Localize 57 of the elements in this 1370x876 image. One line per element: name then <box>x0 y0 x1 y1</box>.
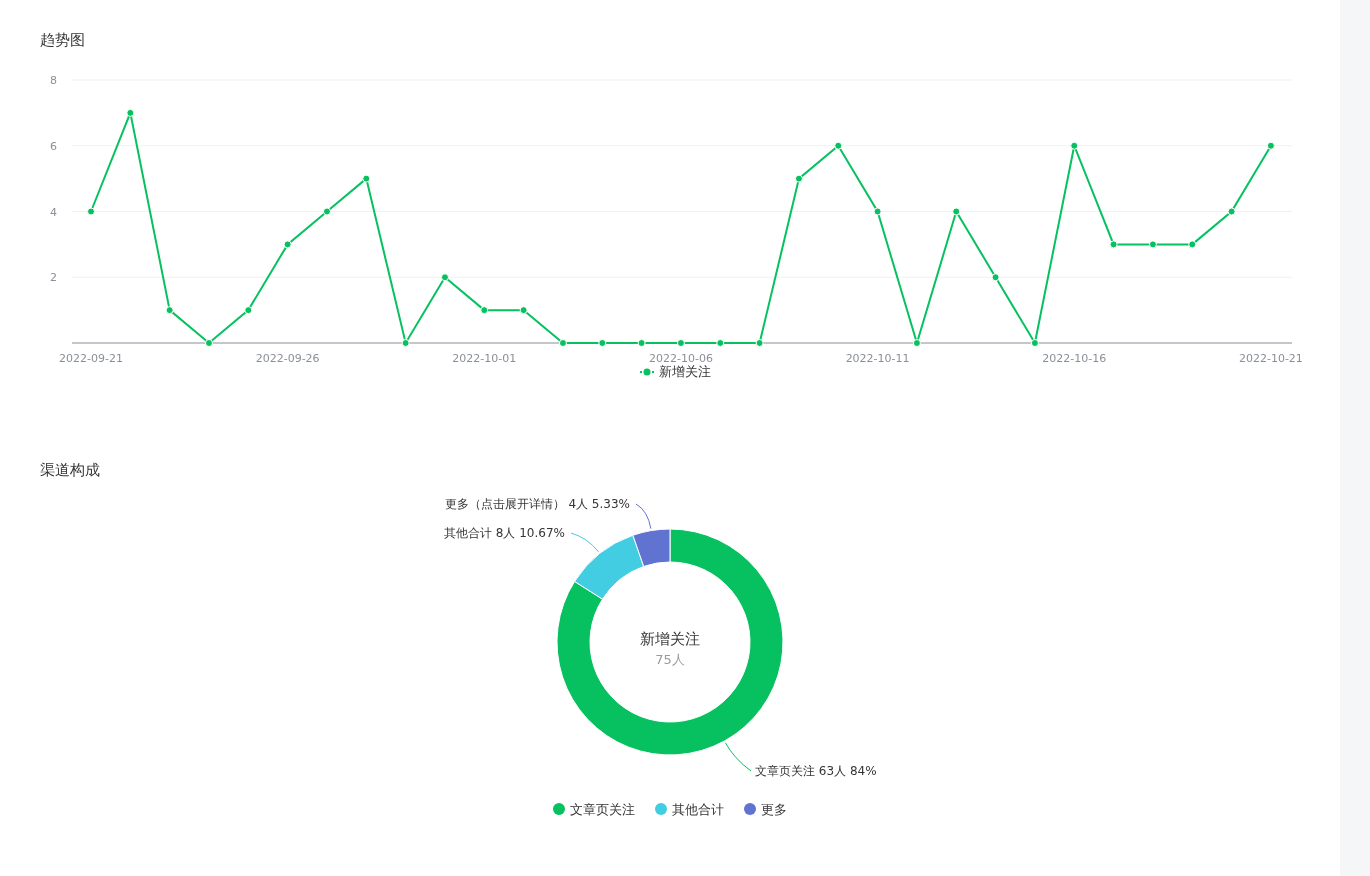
y-tick-label: 6 <box>50 139 57 153</box>
data-point <box>440 273 449 282</box>
legend-line-icon <box>639 367 654 376</box>
y-tick-label: 4 <box>50 205 57 219</box>
data-point <box>126 108 135 117</box>
data-point <box>558 339 567 347</box>
legend-label[interactable]: 文章页关注 <box>570 799 635 819</box>
legend-label[interactable]: 更多 <box>761 799 787 819</box>
data-point <box>165 306 174 315</box>
data-point <box>1266 141 1275 150</box>
data-point <box>480 306 489 315</box>
x-tick-label: 2022-10-01 <box>452 352 517 365</box>
legend-label[interactable]: 新增关注 <box>658 362 711 382</box>
data-point <box>1109 240 1118 249</box>
data-point <box>362 174 371 183</box>
x-tick-label: 2022-10-11 <box>845 352 910 365</box>
data-point <box>794 174 803 183</box>
y-tick-label: 2 <box>50 271 57 285</box>
data-point <box>637 339 646 347</box>
data-point <box>834 141 843 150</box>
data-point <box>676 339 685 347</box>
data-point <box>1070 141 1079 150</box>
data-point <box>519 306 528 315</box>
data-point <box>952 207 961 216</box>
data-point <box>873 207 882 216</box>
data-point <box>991 273 1000 282</box>
data-point <box>1148 240 1157 249</box>
data-point <box>205 339 213 347</box>
donut-center-value: 75人 <box>655 651 685 667</box>
x-tick-label: 2022-10-21 <box>1238 352 1303 365</box>
x-tick-label: 2022-09-26 <box>255 352 320 365</box>
section-title: 趋势图 <box>40 31 85 49</box>
slice-label: 文章页关注 63人 84% <box>755 763 877 778</box>
x-tick-label: 2022-09-21 <box>59 352 123 365</box>
y-tick-label: 8 <box>50 74 57 87</box>
section-title: 渠道构成 <box>40 460 100 479</box>
data-point <box>283 240 292 249</box>
data-point <box>1227 207 1236 216</box>
data-point <box>401 339 410 347</box>
legend-label[interactable]: 其他合计 <box>672 799 724 819</box>
x-tick-label: 2022-10-16 <box>1042 352 1107 365</box>
data-point <box>87 207 95 216</box>
data-point <box>1030 339 1039 347</box>
data-point <box>755 339 764 347</box>
x-tick-label: 2022-10-06 <box>649 352 713 365</box>
data-point <box>1188 240 1197 249</box>
data-point <box>716 339 725 347</box>
data-point <box>323 207 331 216</box>
data-point <box>912 339 921 347</box>
data-point <box>244 306 253 315</box>
data-point <box>598 339 607 347</box>
slice-label: 更多（点击展开详情） 4人 5.33% <box>444 496 630 511</box>
leader-line <box>570 532 600 552</box>
slice-label: 其他合计 8人 10.67% <box>443 525 565 540</box>
leader-line <box>724 741 752 771</box>
donut-center-title: 新增关注 <box>640 629 700 648</box>
leader-line <box>635 503 652 529</box>
